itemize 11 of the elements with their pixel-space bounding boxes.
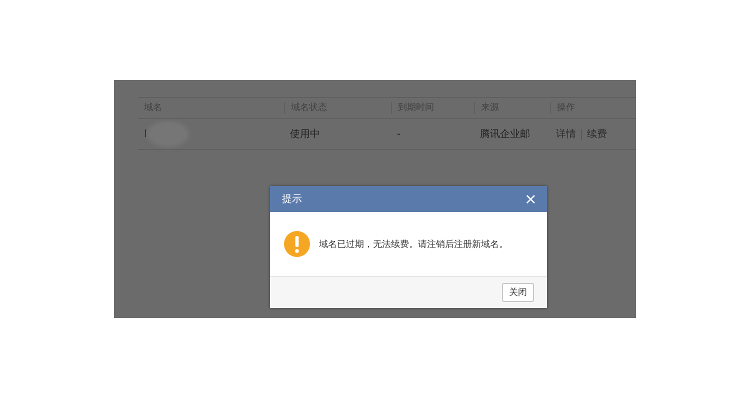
dialog-title: 提示 [282,193,302,206]
action-link[interactable]: 详情 [556,127,576,141]
table-cell-text: - [396,128,402,140]
table-cell-text: 腾讯企业邮 [479,128,531,141]
table-cell: l [144,128,147,140]
close-button[interactable]: × [524,192,537,206]
warning-icon [284,231,310,257]
action-link[interactable]: 续费 [587,127,607,141]
dialog-message: 域名已过期，无法续费。请注销后注册新域名。 [319,238,508,250]
close-dialog-button[interactable]: 关闭 [502,283,534,302]
table-cell-text: 使用中 [289,128,321,141]
